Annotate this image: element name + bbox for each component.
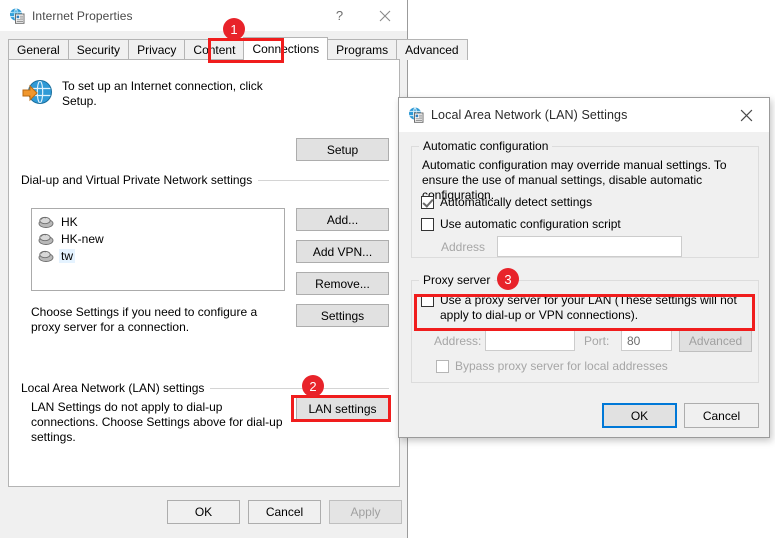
use-automatic-configuration-script-checkbox[interactable]: Use automatic configuration script <box>421 217 741 232</box>
annotation-badge-1: 1 <box>223 18 245 40</box>
dialup-group-label: Dial-up and Virtual Private Network sett… <box>21 173 253 187</box>
settings-button[interactable]: Settings <box>296 304 389 327</box>
modem-icon <box>38 249 54 263</box>
add-vpn-button[interactable]: Add VPN... <box>296 240 389 263</box>
tab-programs[interactable]: Programs <box>327 39 398 60</box>
checkbox-box <box>436 360 449 373</box>
group-rule <box>258 179 389 181</box>
internet-properties-icon <box>408 107 424 123</box>
lan-group-label: Local Area Network (LAN) settings <box>21 381 205 395</box>
advanced-button: Advanced <box>679 330 752 352</box>
window-title: Internet Properties <box>32 8 133 23</box>
connection-name: HK-new <box>61 231 104 246</box>
annotation-badge-2: 2 <box>302 375 324 397</box>
proxy-server-label: Proxy server <box>419 273 495 287</box>
proxy-address-label: Address: <box>434 334 482 348</box>
connection-name: tw <box>59 248 75 263</box>
internet-properties-icon <box>9 7 25 24</box>
bypass-proxy-label: Bypass proxy server for local addresses <box>455 359 668 373</box>
remove-button[interactable]: Remove... <box>296 272 389 295</box>
tab-connections[interactable]: Connections <box>243 37 329 60</box>
add-button[interactable]: Add... <box>296 208 389 231</box>
setup-row: To set up an Internet connection, click … <box>20 78 390 110</box>
internet-properties-window: Internet Properties ? General Security P… <box>0 0 468 538</box>
checkbox-box <box>421 218 434 231</box>
internet-connection-icon <box>20 78 54 110</box>
connections-listbox[interactable]: HK HK-new tw <box>31 208 285 291</box>
script-address-label: Address <box>441 240 486 254</box>
list-item[interactable]: HK-new <box>34 230 282 247</box>
use-proxy-label: Use a proxy server for your LAN (These s… <box>440 293 737 322</box>
auto-detect-settings-label: Automatically detect settings <box>440 195 593 209</box>
lan-settings-dialog: Local Area Network (LAN) Settings Automa… <box>398 97 770 438</box>
connections-tab-page: To set up an Internet connection, click … <box>8 59 400 487</box>
modem-icon <box>38 215 54 229</box>
lan-cancel-button[interactable]: Cancel <box>684 403 759 428</box>
use-automatic-configuration-script-label: Use automatic configuration script <box>440 217 621 231</box>
lan-group-header: Local Area Network (LAN) settings <box>21 381 389 395</box>
cancel-button[interactable]: Cancel <box>248 500 321 524</box>
proxy-server-group: Proxy server Use a proxy server for your… <box>411 273 759 383</box>
titlebar-buttons: ? <box>317 0 407 31</box>
checkbox-box <box>421 294 434 307</box>
lan-hint-text: LAN Settings do not apply to dial-up con… <box>31 400 283 444</box>
lan-settings-button[interactable]: LAN settings <box>296 397 389 420</box>
dialup-group-header: Dial-up and Virtual Private Network sett… <box>21 173 389 187</box>
internet-properties-titlebar: Internet Properties ? <box>0 0 407 31</box>
automatic-configuration-label: Automatic configuration <box>419 139 553 153</box>
lan-dialog-title: Local Area Network (LAN) Settings <box>431 108 628 122</box>
list-item[interactable]: tw <box>34 247 282 264</box>
use-proxy-checkbox[interactable]: Use a proxy server for your LAN (These s… <box>421 293 746 323</box>
group-rule <box>210 387 389 389</box>
bypass-proxy-checkbox[interactable]: Bypass proxy server for local addresses <box>436 359 736 374</box>
tab-general[interactable]: General <box>8 39 69 60</box>
lan-dialog-titlebar: Local Area Network (LAN) Settings <box>399 98 769 132</box>
apply-button: Apply <box>329 500 402 524</box>
list-item[interactable]: HK <box>34 213 282 230</box>
command-strip: OK Cancel Apply <box>0 487 407 538</box>
proxy-hint-text: Choose Settings if you need to configure… <box>31 305 258 334</box>
tab-privacy[interactable]: Privacy <box>128 39 186 60</box>
modem-icon <box>38 232 54 246</box>
lan-ok-button[interactable]: OK <box>602 403 677 428</box>
checkbox-box <box>421 196 434 209</box>
proxy-port-label: Port: <box>584 334 610 348</box>
annotation-badge-3: 3 <box>497 268 519 290</box>
close-icon[interactable] <box>724 98 769 132</box>
help-button[interactable]: ? <box>317 0 362 31</box>
connection-name: HK <box>61 214 78 229</box>
close-icon[interactable] <box>362 0 407 31</box>
proxy-port-input[interactable]: 80 <box>621 330 672 351</box>
tab-content[interactable]: Content <box>184 39 245 60</box>
ok-button[interactable]: OK <box>167 500 240 524</box>
auto-detect-settings-checkbox[interactable]: Automatically detect settings <box>421 195 721 210</box>
proxy-address-input[interactable] <box>485 330 575 351</box>
setup-description: To set up an Internet connection, click … <box>62 79 263 108</box>
script-address-input[interactable] <box>497 236 682 257</box>
tab-strip: General Security Privacy Content Connect… <box>8 37 468 60</box>
tab-security[interactable]: Security <box>67 39 130 60</box>
lan-titlebar-buttons <box>724 98 769 129</box>
setup-button[interactable]: Setup <box>296 138 389 161</box>
tab-advanced[interactable]: Advanced <box>396 39 468 60</box>
automatic-configuration-group: Automatic configuration Automatic config… <box>411 139 759 258</box>
